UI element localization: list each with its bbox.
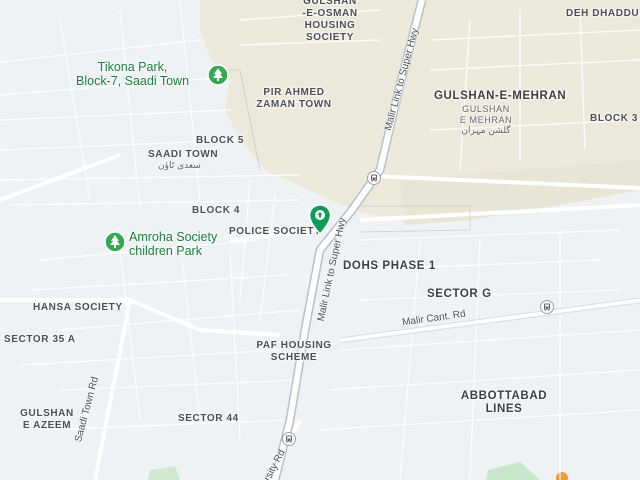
park-area-south <box>486 462 540 480</box>
area-label-line: GULSHAN-E-MEHRAN <box>434 90 567 102</box>
area-label-hansa-society: HANSA SOCIETY <box>33 302 123 314</box>
area-label-line: BLOCK 4 <box>192 205 241 216</box>
area-label-line: GULSHAN <box>303 0 357 7</box>
bus-glyph <box>371 174 377 182</box>
area-label-dohs-phase-1: DOHS PHASE 1 <box>343 260 436 273</box>
tree-icon <box>207 64 229 86</box>
area-label-line: E AZEEM <box>22 420 72 431</box>
area-label-line: ZAMAN TOWN <box>256 99 332 110</box>
area-label-line: PAF HOUSING <box>256 340 332 351</box>
area-label-gulshan-e-azeem: GULSHAN E AZEEM <box>16 408 78 432</box>
poi-label-line: children Park <box>129 244 202 258</box>
area-label-gulshan-e-mehran-urdu: گلشن مہران <box>458 125 514 137</box>
area-label-line: SOCIETY <box>305 32 355 43</box>
area-label-deh-dhaddu: DEH DHADDU <box>566 8 639 20</box>
area-label-block-4: BLOCK 4 <box>192 205 240 217</box>
area-label-gulshan-e-osman: GULSHAN -E-OSMAN HOUSING SOCIETY <box>290 0 370 44</box>
poi-label-line: Block-7, Saadi Town <box>76 74 190 88</box>
area-label-sector-44: SECTOR 44 <box>178 413 239 425</box>
area-label-block-3: BLOCK 3 <box>590 113 638 125</box>
area-label-line: DEH DHADDU <box>566 8 640 19</box>
area-label-sector-35-a: SECTOR 35 A <box>4 334 76 346</box>
area-label-line: LINES <box>485 403 523 415</box>
area-label-gulshan-e-mehran: GULSHAN-E-MEHRAN <box>434 90 566 103</box>
area-label-line: گلشن مہران <box>461 126 511 136</box>
area-label-sector-g: SECTOR G <box>427 288 492 301</box>
area-label-line: DOHS PHASE 1 <box>343 260 436 272</box>
bus-stop-icon[interactable] <box>367 171 381 185</box>
map-pin-icon[interactable] <box>308 204 332 236</box>
area-label-saadi-town-urdu: سعدی ٹاؤن <box>158 160 201 172</box>
area-label-paf-housing: PAF HOUSING SCHEME <box>250 340 338 364</box>
area-label-line: BLOCK 5 <box>196 135 245 146</box>
area-label-line: GULSHAN <box>20 408 74 419</box>
area-label-line: ABBOTTABAD <box>460 390 548 402</box>
poi-dot-orange <box>556 472 568 480</box>
area-label-line: PIR AHMED <box>263 87 325 98</box>
area-label-gulshan-e-mehran-small: GULSHAN E MEHRAN <box>458 104 514 126</box>
bus-stop-icon[interactable] <box>540 300 554 314</box>
poi-label: Tikona Park, Block-7, Saadi Town <box>76 60 189 88</box>
poi-label-line: Amroha Society <box>129 230 218 244</box>
area-label-line: SCHEME <box>270 352 318 363</box>
area-label-abbottabad-lines: ABBOTTABAD LINES <box>452 390 556 416</box>
area-label-line: BLOCK 3 <box>590 113 639 124</box>
tree-icon <box>104 231 126 253</box>
area-label-line: سعدی ٹاؤن <box>158 161 201 171</box>
poi-label-line: Tikona Park, <box>97 60 168 74</box>
area-label-line: SECTOR G <box>427 288 492 300</box>
area-label-line: GULSHAN <box>462 104 510 114</box>
area-label-line: SECTOR 44 <box>178 413 239 424</box>
poi-label: Amroha Society children Park <box>129 230 217 258</box>
park-area-southwest <box>148 466 180 480</box>
area-label-line: SECTOR 35 A <box>4 334 76 345</box>
bus-glyph <box>544 303 550 311</box>
bus-glyph <box>286 435 292 443</box>
area-label-block-5: BLOCK 5 <box>196 135 244 147</box>
area-label-line: HOUSING <box>304 20 356 31</box>
map-canvas[interactable]: GULSHAN -E-OSMAN HOUSING SOCIETY DEH DHA… <box>0 0 640 480</box>
bus-stop-icon[interactable] <box>282 432 296 446</box>
area-label-pir-ahmed: PIR AHMED ZAMAN TOWN <box>254 87 334 111</box>
area-label-line: -E-OSMAN <box>302 8 358 19</box>
area-label-line: HANSA SOCIETY <box>33 302 123 313</box>
